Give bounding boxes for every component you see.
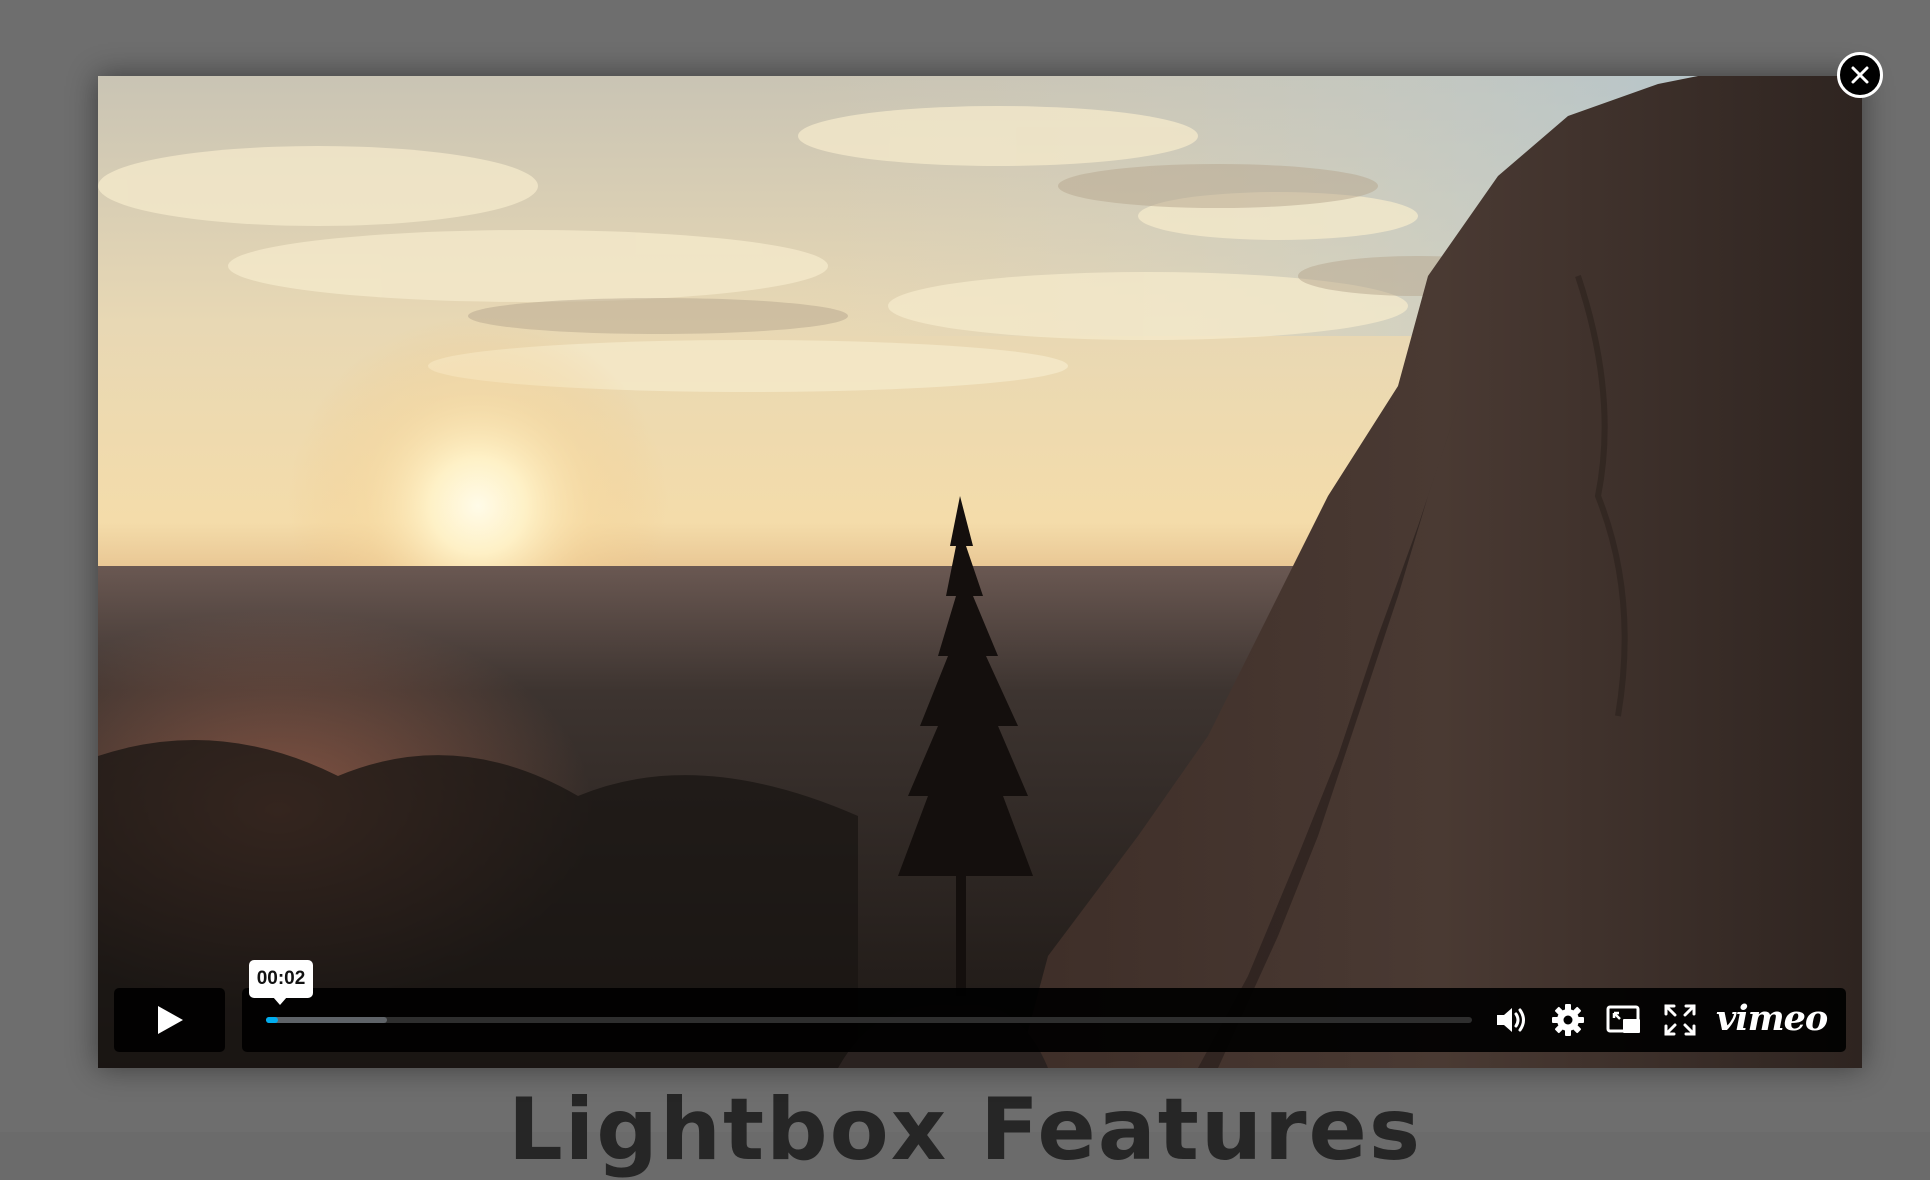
volume-icon	[1497, 1008, 1525, 1032]
fullscreen-icon	[1664, 1004, 1696, 1036]
pip-button[interactable]	[1606, 1002, 1642, 1038]
page-heading: Lightbox Features	[507, 1080, 1423, 1180]
vimeo-logo[interactable]: vimeo	[1716, 998, 1830, 1040]
control-bar: vimeo	[242, 988, 1846, 1052]
close-button[interactable]	[1837, 52, 1883, 98]
settings-button[interactable]	[1550, 1002, 1586, 1038]
progress-buffered	[266, 1017, 387, 1023]
volume-button[interactable]	[1494, 1002, 1530, 1038]
close-icon	[1851, 66, 1869, 84]
video-lightbox	[98, 76, 1862, 1068]
time-tooltip: 00:02	[249, 960, 313, 1005]
gear-icon	[1552, 1004, 1584, 1036]
picture-in-picture-icon	[1606, 1005, 1640, 1033]
video-frame[interactable]	[98, 76, 1862, 1068]
player-controls: vimeo	[114, 988, 1846, 1052]
play-button[interactable]	[114, 988, 225, 1052]
progress-bar[interactable]	[266, 1017, 1472, 1023]
fullscreen-button[interactable]	[1662, 1002, 1698, 1038]
progress-played	[266, 1017, 279, 1023]
play-icon	[157, 1006, 183, 1034]
